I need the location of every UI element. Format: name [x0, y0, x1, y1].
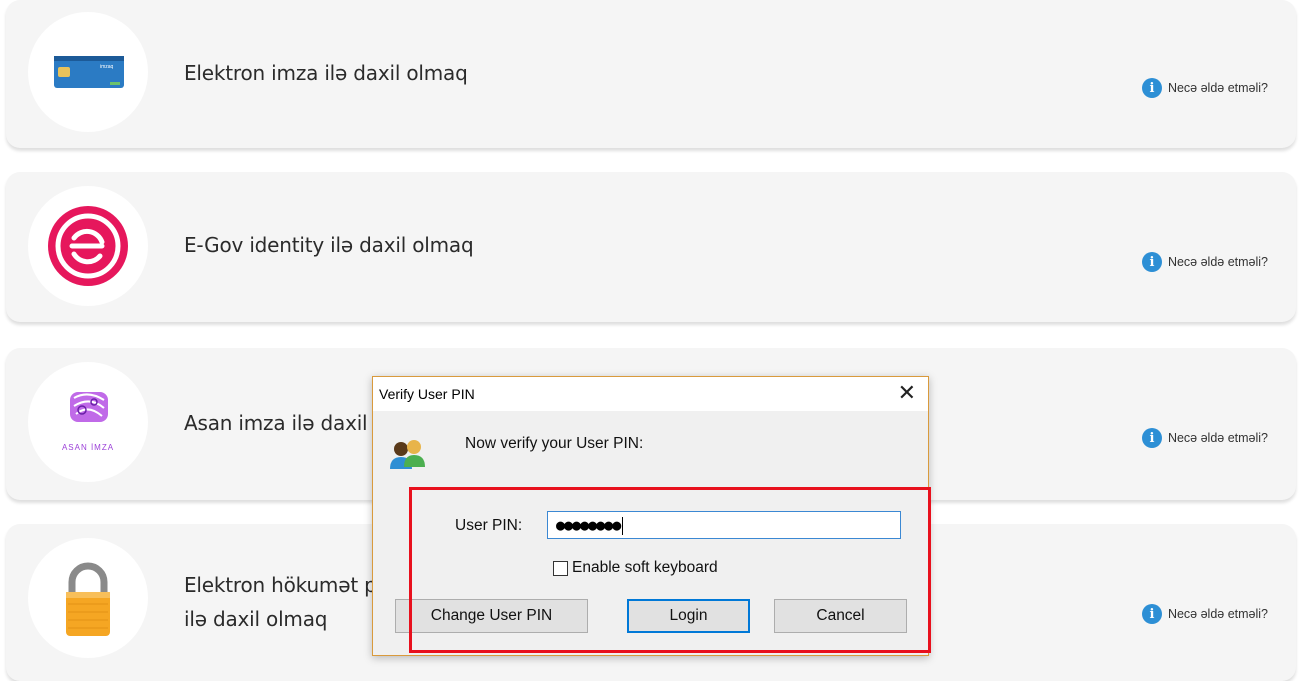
info-icon: i: [1141, 78, 1162, 98]
e-signature-card-logo: imzaq: [54, 56, 124, 88]
help-link-text[interactable]: Necə əldə etməli?: [1168, 255, 1268, 269]
dialog-titlebar[interactable]: Verify User PIN ✕: [373, 377, 928, 411]
asan-imza-logo: ASAN İMZA: [62, 392, 114, 452]
padlock-logo-circle: [28, 538, 148, 658]
users-icon: [390, 440, 425, 469]
login-button[interactable]: Login: [627, 599, 750, 633]
egov-logo-circle: [28, 186, 148, 306]
card-title-line2[interactable]: ilə daxil olmaq: [184, 604, 327, 634]
info-icon: i: [1141, 428, 1162, 448]
how-to-get-link[interactable]: i Necə əldə etməli?: [1141, 252, 1268, 272]
card-title[interactable]: E-Gov identity ilə daxil olmaq: [184, 230, 474, 260]
asan-imza-logo-circle: ASAN İMZA: [28, 362, 148, 482]
pin-value: ●●●●●●●●: [556, 516, 621, 534]
verify-pin-dialog: Verify User PIN ✕ Now verify your User P…: [372, 376, 929, 656]
text-caret: [622, 516, 624, 535]
help-link-text[interactable]: Necə əldə etməli?: [1168, 81, 1268, 95]
soft-keyboard-label[interactable]: Enable soft keyboard: [572, 559, 718, 577]
esignature-logo-circle: imzaq: [28, 12, 148, 132]
close-icon[interactable]: ✕: [898, 381, 916, 406]
svg-text:ASAN İMZA: ASAN İMZA: [62, 443, 114, 452]
soft-keyboard-option[interactable]: Enable soft keyboard: [553, 559, 718, 577]
how-to-get-link[interactable]: i Necə əldə etməli?: [1141, 428, 1268, 448]
pin-label: User PIN:: [455, 517, 523, 534]
dialog-prompt: Now verify your User PIN:: [465, 435, 644, 452]
svg-text:imzaq: imzaq: [100, 64, 114, 70]
dialog-title: Verify User PIN: [379, 386, 475, 402]
egov-logo: [48, 206, 128, 286]
login-option-egov[interactable]: E-Gov identity ilə daxil olmaq i Necə əl…: [6, 172, 1296, 322]
how-to-get-link[interactable]: i Necə əldə etməli?: [1141, 78, 1268, 98]
help-link-text[interactable]: Necə əldə etməli?: [1168, 607, 1268, 621]
soft-keyboard-checkbox[interactable]: [553, 560, 568, 576]
info-icon: i: [1141, 252, 1162, 272]
help-link-text[interactable]: Necə əldə etməli?: [1168, 431, 1268, 445]
cancel-button[interactable]: Cancel: [774, 599, 907, 633]
padlock-icon: [66, 562, 110, 636]
login-option-esignature[interactable]: imzaq Elektron imza ilə daxil olmaq i Ne…: [6, 0, 1296, 148]
pin-input[interactable]: ●●●●●●●●: [547, 511, 901, 539]
info-icon: i: [1141, 604, 1162, 624]
how-to-get-link[interactable]: i Necə əldə etməli?: [1141, 604, 1268, 624]
card-title[interactable]: Elektron imza ilə daxil olmaq: [184, 58, 468, 88]
change-pin-button[interactable]: Change User PIN: [395, 599, 588, 633]
